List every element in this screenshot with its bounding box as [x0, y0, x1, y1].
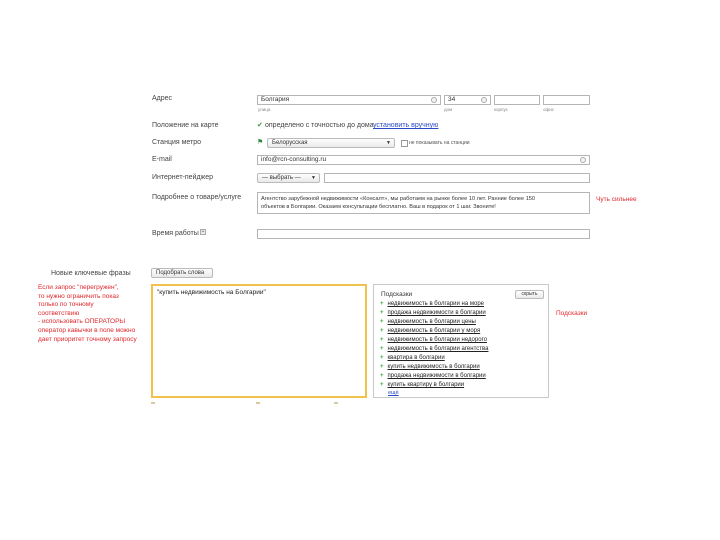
description-annotation: Чуть сильнее: [596, 196, 637, 203]
keywords-label: Новые ключевые фразы: [51, 270, 131, 277]
keywords-text: "купить недвижимость на Болгарии": [157, 289, 266, 296]
hide-metro-checkbox[interactable]: [401, 140, 408, 147]
check-icon: ✔: [257, 122, 263, 129]
note-line: Если запрос "перегружен",: [38, 284, 119, 291]
city-input[interactable]: Болгария: [257, 95, 441, 105]
textarea-footer: [151, 402, 367, 405]
plus-icon: +: [380, 346, 384, 352]
suggestion-item[interactable]: + купить квартиру в болгарии: [380, 382, 464, 388]
corp-input[interactable]: [494, 95, 540, 105]
clear-city-icon[interactable]: [431, 97, 437, 103]
messenger-input[interactable]: [324, 173, 590, 183]
map-location-label: Положение на карте: [152, 122, 219, 129]
note-line: то нужно ограничить показ: [38, 292, 119, 300]
messenger-select[interactable]: — выбрать — ▼: [257, 173, 320, 183]
plus-icon: +: [380, 382, 384, 388]
hide-suggestions-button[interactable]: скрыть: [515, 290, 544, 299]
corp-sublabel: корпус: [494, 107, 508, 112]
chevron-down-icon: ▼: [311, 175, 316, 181]
suggestion-item[interactable]: + недвижимость в болгарии у моря: [380, 328, 480, 334]
plus-icon: +: [380, 328, 384, 334]
description-line-2: объектов в Болгарии. Оказаем консультаци…: [261, 204, 496, 210]
clear-house-icon[interactable]: [481, 97, 487, 103]
email-label: E-mail: [152, 156, 172, 163]
suggestions-annotation: Подсказки: [556, 310, 588, 317]
description-label: Подробнее о товаре/услуге: [152, 194, 242, 201]
workhours-label: Время работы: [152, 230, 199, 237]
more-suggestions-link[interactable]: ещё: [388, 390, 399, 396]
map-location-status: определено с точностью до дома: [265, 122, 374, 129]
pick-words-button[interactable]: Подобрать слова: [151, 268, 213, 278]
workhours-input[interactable]: [257, 229, 590, 239]
keywords-textarea[interactable]: "купить недвижимость на Болгарии": [151, 284, 367, 398]
metro-select[interactable]: Белорусская ▼: [267, 138, 395, 148]
suggestion-item[interactable]: + купить недвижимость в болгарии: [380, 364, 480, 370]
chevron-down-icon: ▼: [386, 140, 391, 146]
description-textarea[interactable]: Агентство зарубежной недвижимости «Конса…: [257, 192, 590, 214]
email-input[interactable]: info@rcn-consulting.ru: [257, 155, 590, 165]
note-line: только по точному: [38, 301, 94, 309]
office-input[interactable]: [543, 95, 590, 105]
plus-icon: +: [380, 310, 384, 316]
clear-email-icon[interactable]: [580, 157, 586, 163]
note-line: дает приоритет точному запросу: [38, 335, 137, 343]
set-manually-link[interactable]: установить вручную: [373, 122, 438, 129]
plus-icon: +: [380, 337, 384, 343]
messenger-label: Интернет-пейджер: [152, 174, 214, 181]
suggestion-item[interactable]: + недвижимость в болгарии агентства: [380, 346, 488, 352]
metro-label: Станция метро: [152, 139, 202, 146]
plus-icon: +: [380, 301, 384, 307]
plus-icon: +: [380, 355, 384, 361]
house-sublabel: дом: [444, 107, 453, 112]
suggestion-item[interactable]: + продажа недвижимости в болгарии: [380, 373, 486, 379]
hide-metro-label: не показывать на станции: [409, 140, 470, 146]
description-line-1: Агентство зарубежной недвижимости «Конса…: [261, 196, 536, 202]
suggestion-item[interactable]: + квартира в болгарии: [380, 355, 445, 361]
suggestion-item[interactable]: + недвижимость в болгарии недорого: [380, 337, 487, 343]
suggestion-item[interactable]: + продажа недвижимости в болгарии: [380, 310, 486, 316]
note-line: - использовать ОПЕРАТОРЫ: [38, 318, 126, 326]
address-label: Адрес: [152, 95, 173, 102]
note-line: соответствию: [38, 309, 80, 317]
note-line: оператор кавычки в поле можно: [38, 326, 136, 334]
plus-icon: +: [380, 364, 384, 370]
suggestion-item[interactable]: + недвижимость в болгарии на море: [380, 301, 484, 307]
office-sublabel: офис: [543, 107, 554, 112]
plus-icon: +: [380, 319, 384, 325]
suggestions-title: Подсказки: [381, 291, 413, 298]
messenger-select-value: — выбрать —: [262, 175, 301, 181]
metro-icon: ⚑: [257, 139, 264, 146]
metro-select-value: Белорусская: [272, 140, 308, 146]
plus-icon: +: [380, 373, 384, 379]
keywords-notes: Если запрос "перегружен", то нужно огран…: [38, 284, 156, 344]
add-icon[interactable]: +: [200, 229, 206, 235]
suggestion-item[interactable]: + недвижимость в болгарии цены: [380, 319, 476, 325]
city-sublabel: улица: [258, 107, 271, 112]
